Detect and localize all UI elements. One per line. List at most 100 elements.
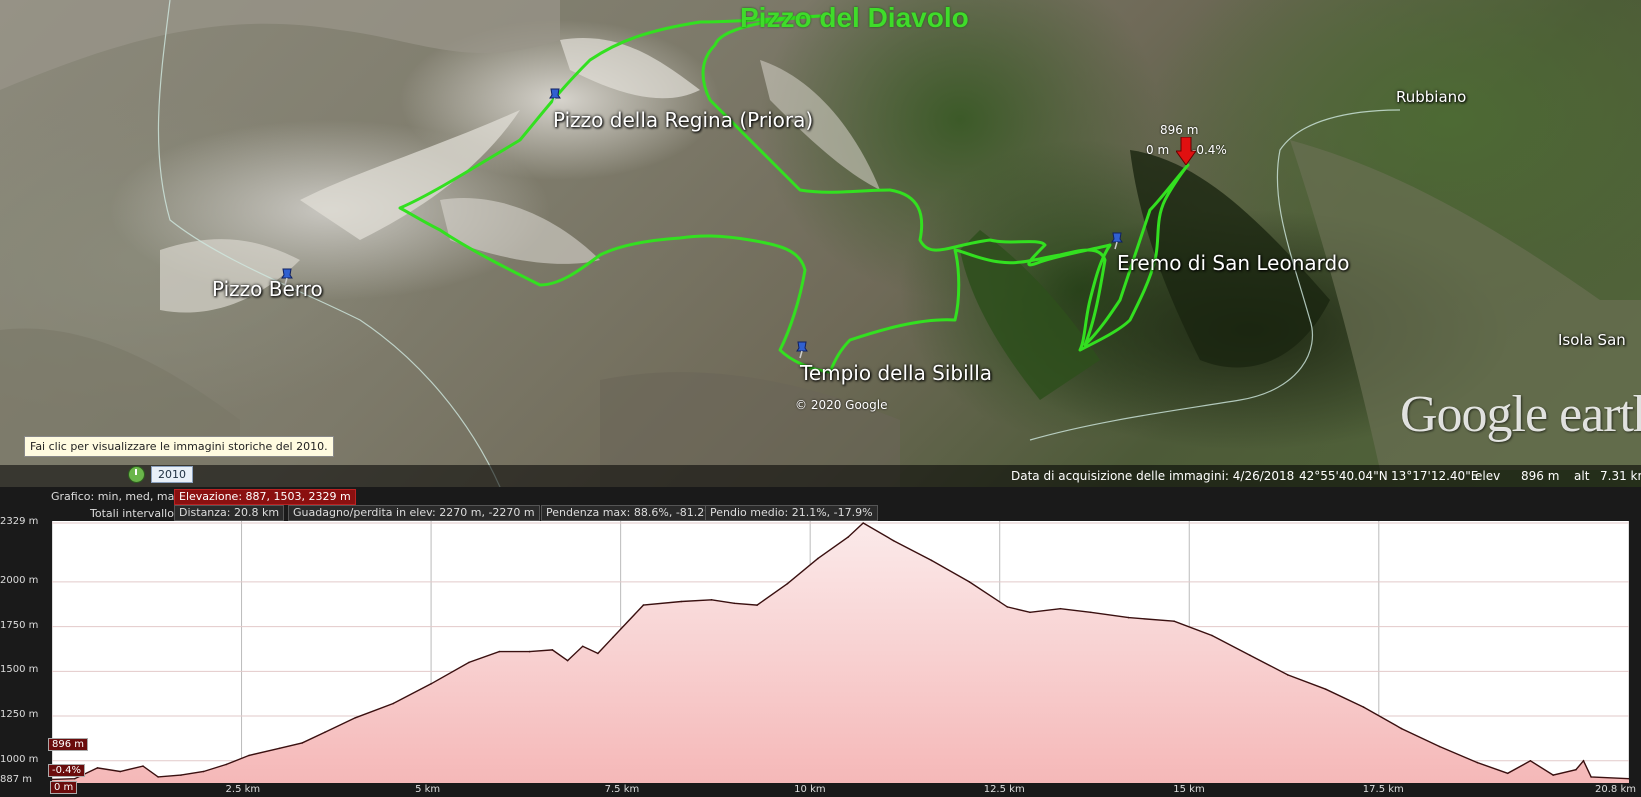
imagery-date: Data di acquisizione delle immagini: 4/2… bbox=[1011, 469, 1295, 483]
elevation-point bbox=[142, 765, 144, 767]
satellite-map-view[interactable]: Pizzo del Diavolo Pizzo della Regina (Pr… bbox=[0, 0, 1641, 487]
gain-loss-stat: Guadagno/perdita in elev: 2270 m, -2270 … bbox=[288, 505, 540, 521]
elevation-chart[interactable] bbox=[52, 521, 1629, 783]
y-tick-label: 2329 m bbox=[0, 516, 39, 527]
place-label-pizzo-regina[interactable]: Pizzo della Regina (Priora) bbox=[553, 108, 813, 132]
pushpin-icon[interactable] bbox=[795, 341, 809, 359]
place-label-tempio-sibilla[interactable]: Tempio della Sibilla bbox=[800, 361, 992, 385]
y-tick-label: 887 m bbox=[0, 774, 33, 785]
longitude-readout: 13°17'12.40"E bbox=[1391, 469, 1479, 483]
elevation-point bbox=[756, 604, 758, 606]
place-label-rubbiano[interactable]: Rubbiano bbox=[1396, 88, 1466, 106]
elevation-point bbox=[1173, 620, 1175, 622]
elevation-point bbox=[892, 539, 895, 542]
elevation-point bbox=[1089, 611, 1092, 614]
avg-slope-stat: Pendio medio: 21.1%, -17.9% bbox=[705, 505, 878, 521]
elevation-point bbox=[1590, 776, 1592, 778]
y-tick-label: 1750 m bbox=[0, 619, 39, 631]
elevation-point bbox=[1059, 607, 1062, 610]
elevation-profile-panel[interactable]: Grafico: min, med, max Elevazione: 887, … bbox=[0, 487, 1641, 797]
elev-label: elev bbox=[1475, 469, 1501, 483]
elevation-point bbox=[1324, 688, 1327, 690]
elevation-point bbox=[202, 770, 205, 773]
terrain-layer bbox=[0, 0, 1641, 487]
elevation-point bbox=[528, 650, 531, 653]
elevation-point bbox=[597, 652, 599, 655]
elevation-point bbox=[817, 557, 819, 560]
elevation-point bbox=[324, 731, 326, 733]
elevation-point bbox=[1127, 616, 1130, 619]
historical-imagery-tooltip: Fai clic per visualizzare le immagini st… bbox=[24, 436, 334, 457]
current-elev-box: 896 m bbox=[48, 738, 89, 751]
elevation-point bbox=[642, 604, 645, 606]
y-tick-label: 2000 m bbox=[0, 574, 39, 586]
elevation-stats: Elevazione: 887, 1503, 2329 m bbox=[174, 489, 356, 505]
elevation-point bbox=[278, 747, 281, 750]
elevation-point bbox=[1249, 654, 1251, 656]
marker-slope: -0.4% bbox=[1192, 143, 1227, 157]
marker-distance: 0 m bbox=[1146, 143, 1170, 157]
place-label-isola[interactable]: Isola San bbox=[1558, 331, 1626, 349]
distance-stat: Distanza: 20.8 km bbox=[174, 505, 285, 521]
elevation-point bbox=[1438, 745, 1441, 748]
pushpin-icon[interactable] bbox=[548, 88, 562, 106]
elevation-point bbox=[1006, 606, 1009, 608]
map-copyright: © 2020 Google bbox=[795, 398, 888, 412]
elevation-point bbox=[612, 636, 614, 639]
elevation-point bbox=[930, 559, 933, 562]
elevation-point bbox=[73, 777, 76, 780]
alt-label: alt bbox=[1574, 469, 1590, 483]
elevation-point bbox=[430, 683, 432, 685]
elevation-point bbox=[180, 774, 182, 776]
elevation-point bbox=[1287, 674, 1289, 676]
x-tick-label: 5 km bbox=[415, 784, 441, 795]
elevation-point bbox=[1362, 706, 1365, 708]
latitude-readout: 42°55'40.04"N bbox=[1299, 469, 1388, 483]
history-year-button[interactable]: 2010 bbox=[151, 466, 193, 483]
max-slope-stat: Pendenza max: 88.6%, -81.2% bbox=[541, 505, 720, 521]
y-tick-label: 1250 m bbox=[0, 709, 39, 721]
elevation-point bbox=[1029, 611, 1031, 614]
elevation-point bbox=[733, 602, 736, 605]
elevation-point bbox=[786, 582, 789, 585]
elevation-point bbox=[119, 770, 121, 773]
x-tick-label: 15 km bbox=[1173, 784, 1205, 795]
elevation-point bbox=[157, 776, 159, 778]
elevation-point bbox=[1211, 634, 1213, 637]
elevation-point bbox=[1476, 761, 1479, 764]
elevation-point bbox=[248, 754, 250, 757]
elevation-point bbox=[968, 581, 971, 583]
elevation-point bbox=[354, 717, 357, 719]
elevation-point bbox=[301, 742, 303, 744]
red-arrow-icon[interactable] bbox=[1176, 137, 1196, 165]
place-label-pizzo-berro[interactable]: Pizzo Berro bbox=[212, 277, 323, 301]
elevation-point bbox=[498, 650, 501, 653]
y-tick-label: 1500 m bbox=[0, 664, 39, 676]
elevation-point bbox=[1582, 760, 1585, 762]
y-tick-label: 1000 m bbox=[0, 753, 39, 765]
x-tick-label: 2.5 km bbox=[225, 784, 261, 795]
peak-title-label: Pizzo del Diavolo bbox=[740, 2, 969, 33]
elevation-point bbox=[710, 599, 713, 601]
pushpin-icon[interactable] bbox=[1110, 232, 1124, 250]
elevation-point bbox=[1400, 727, 1403, 730]
x-tick-label: 7.5 km bbox=[604, 784, 640, 795]
elevation-point bbox=[680, 600, 683, 603]
alt-readout: 7.31 km bbox=[1600, 469, 1641, 483]
elevation-point bbox=[1575, 768, 1577, 771]
elevation-point bbox=[225, 763, 228, 766]
historical-imagery-control[interactable]: 2010 bbox=[128, 466, 193, 483]
elevation-point bbox=[566, 659, 569, 662]
elevation-point bbox=[847, 536, 849, 538]
place-label-eremo[interactable]: Eremo di San Leonardo bbox=[1117, 251, 1349, 275]
elevation-point bbox=[1529, 760, 1532, 762]
map-status-bar: Data di acquisizione delle immagini: 4/2… bbox=[0, 465, 1641, 487]
x-tick-label: 17.5 km bbox=[1362, 784, 1404, 795]
elevation-point bbox=[551, 649, 554, 651]
graph-label: Grafico: min, med, max bbox=[51, 490, 181, 503]
clock-icon[interactable] bbox=[128, 466, 145, 483]
marker-elevation: 896 m bbox=[1160, 123, 1199, 137]
x-tick-label: 20.8 km bbox=[1595, 784, 1636, 795]
elevation-point bbox=[581, 645, 584, 648]
current-slope-box: -0.4% bbox=[48, 764, 86, 777]
